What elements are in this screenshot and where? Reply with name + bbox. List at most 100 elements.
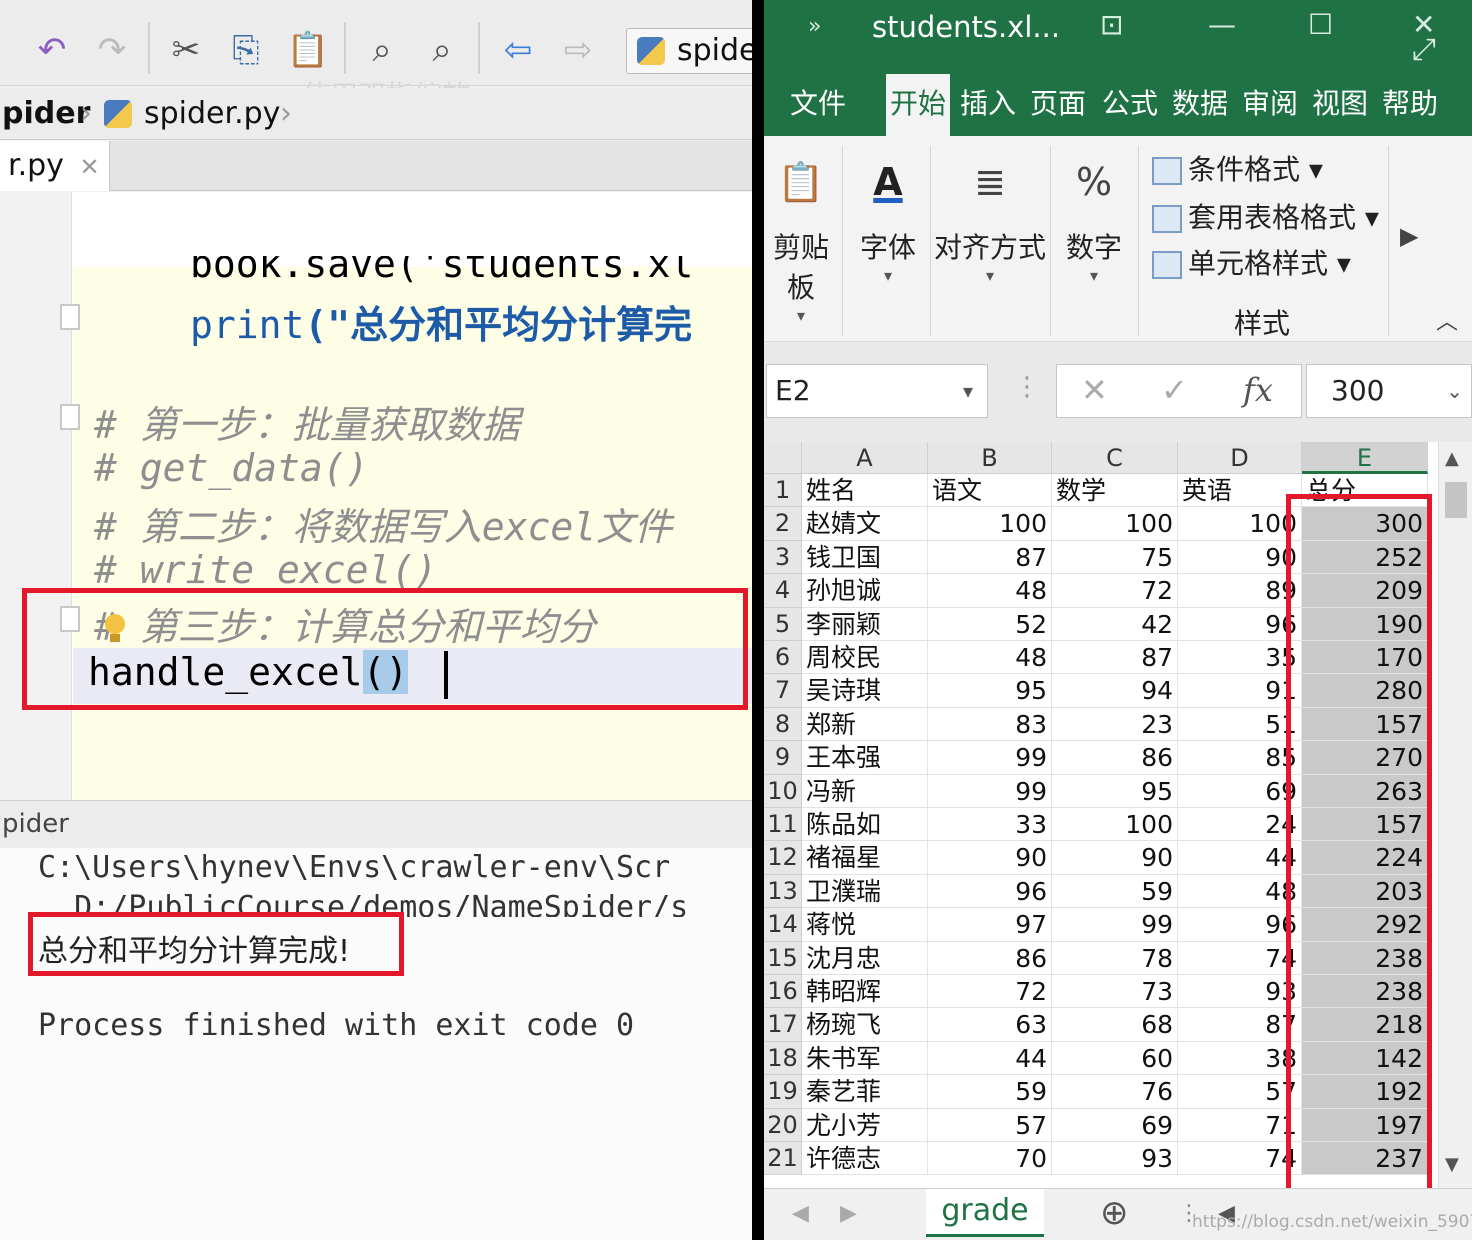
quick-access-more-icon[interactable]: »	[808, 14, 821, 39]
table-cell[interactable]: 96	[1178, 908, 1302, 942]
table-cell[interactable]: 44	[928, 1041, 1052, 1076]
tab-formulas[interactable]: 公式	[1102, 82, 1158, 122]
table-cell[interactable]: 52	[928, 607, 1052, 641]
table-cell[interactable]: 100	[928, 507, 1052, 541]
table-cell[interactable]: 卫濮瑞	[802, 874, 928, 909]
paste-icon[interactable]: 📋	[286, 28, 330, 72]
tab-page[interactable]: 页面	[1030, 82, 1086, 122]
tab-insert[interactable]: 插入	[960, 82, 1016, 122]
table-cell[interactable]: 73	[1052, 975, 1178, 1009]
table-cell[interactable]: 秦艺菲	[802, 1075, 928, 1109]
table-cell[interactable]: 44	[1178, 841, 1302, 875]
table-cell[interactable]: 78	[1052, 941, 1178, 975]
table-cell[interactable]: 许德志	[802, 1142, 928, 1176]
conditional-format-button[interactable]: 条件格式 ▾	[1152, 148, 1323, 188]
table-cell[interactable]: 100	[1178, 507, 1302, 541]
tab-spider-py[interactable]: r.py ✕	[0, 141, 110, 191]
row-header[interactable]: 11	[764, 808, 802, 842]
table-cell[interactable]: 72	[1052, 574, 1178, 608]
table-cell[interactable]: 93	[1178, 975, 1302, 1009]
table-cell[interactable]: 陈品如	[802, 808, 928, 842]
table-cell[interactable]: 87	[1178, 1008, 1302, 1042]
table-cell[interactable]: 96	[1178, 607, 1302, 641]
table-cell[interactable]: 郑新	[802, 707, 928, 742]
row-header[interactable]: 21	[764, 1142, 802, 1176]
table-cell[interactable]: 57	[928, 1108, 1052, 1142]
maximize-icon[interactable]: ☐	[1308, 8, 1333, 41]
clipboard-group[interactable]: 📋 剪贴板 ▾	[764, 150, 838, 325]
format-as-table-button[interactable]: 套用表格格式 ▾	[1152, 196, 1379, 236]
tab-file[interactable]: 文件	[790, 82, 846, 122]
table-cell[interactable]: 李丽颖	[802, 607, 928, 641]
table-cell[interactable]: 蒋悦	[802, 908, 928, 942]
formula-input[interactable]: 300 ⌄	[1306, 364, 1472, 418]
function-icon[interactable]: fx	[1243, 371, 1273, 409]
table-cell[interactable]: 42	[1052, 607, 1178, 641]
table-cell[interactable]: 87	[928, 540, 1052, 575]
header-cell[interactable]: 数学	[1052, 474, 1178, 508]
row-header[interactable]: 13	[764, 874, 802, 909]
back-icon[interactable]: ⇦	[496, 28, 540, 72]
table-cell[interactable]: 75	[1052, 540, 1178, 575]
table-cell[interactable]: 85	[1178, 741, 1302, 775]
tab-review[interactable]: 审阅	[1242, 82, 1298, 122]
collapse-ribbon-icon[interactable]: ︿	[1436, 304, 1458, 336]
sheet-tab-grade[interactable]: grade	[926, 1189, 1044, 1237]
table-cell[interactable]: 89	[1178, 574, 1302, 608]
table-cell[interactable]: 33	[928, 808, 1052, 842]
cancel-icon[interactable]: ✕	[1081, 371, 1108, 409]
fullscreen-icon[interactable]: ⤢	[1412, 32, 1436, 67]
scroll-down-icon[interactable]: ▼	[1445, 1154, 1459, 1175]
table-cell[interactable]: 沈月忠	[802, 941, 928, 975]
row-header[interactable]: 19	[764, 1075, 802, 1109]
column-header-e[interactable]: E	[1302, 442, 1428, 474]
table-cell[interactable]: 59	[928, 1075, 1052, 1109]
breadcrumb-project[interactable]: pider	[2, 96, 90, 131]
table-cell[interactable]: 95	[928, 674, 1052, 708]
row-header[interactable]: 7	[764, 674, 802, 708]
table-cell[interactable]: 90	[1052, 841, 1178, 875]
table-cell[interactable]: 90	[928, 841, 1052, 875]
table-cell[interactable]: 100	[1052, 808, 1178, 842]
column-header-c[interactable]: C	[1052, 442, 1178, 474]
redo-icon[interactable]: ↷	[90, 28, 134, 72]
row-header[interactable]: 18	[764, 1041, 802, 1076]
table-cell[interactable]: 48	[928, 641, 1052, 675]
table-cell[interactable]: 74	[1178, 941, 1302, 975]
row-header[interactable]: 8	[764, 707, 802, 742]
column-header-b[interactable]: B	[928, 442, 1052, 474]
table-cell[interactable]: 57	[1178, 1075, 1302, 1109]
table-cell[interactable]: 70	[928, 1142, 1052, 1176]
table-cell[interactable]: 90	[1178, 540, 1302, 575]
table-cell[interactable]: 76	[1052, 1075, 1178, 1109]
table-cell[interactable]: 96	[928, 874, 1052, 909]
header-cell[interactable]: 英语	[1178, 474, 1302, 508]
ribbon-scroll-right-icon[interactable]: ▶	[1400, 222, 1418, 250]
header-cell[interactable]: 语文	[928, 474, 1052, 508]
table-cell[interactable]: 69	[1052, 1108, 1178, 1142]
table-cell[interactable]: 91	[1178, 674, 1302, 708]
ribbon-display-icon[interactable]: ⊡	[1100, 8, 1123, 41]
table-cell[interactable]: 38	[1178, 1041, 1302, 1076]
table-cell[interactable]: 孙旭诚	[802, 574, 928, 608]
add-sheet-icon[interactable]: ⊕	[1100, 1193, 1129, 1233]
table-cell[interactable]: 35	[1178, 641, 1302, 675]
fold-marker-icon[interactable]	[60, 404, 80, 430]
table-cell[interactable]: 94	[1052, 674, 1178, 708]
replace-icon[interactable]: ⌕	[420, 28, 464, 72]
table-cell[interactable]: 95	[1052, 774, 1178, 808]
select-all-corner[interactable]	[764, 442, 802, 474]
cut-icon[interactable]: ✂	[164, 28, 208, 72]
tab-data[interactable]: 数据	[1172, 82, 1228, 122]
number-group[interactable]: % 数字 ▾	[1056, 150, 1132, 285]
expand-formula-icon[interactable]: ⌄	[1446, 365, 1463, 417]
row-header[interactable]: 17	[764, 1008, 802, 1042]
tab-view[interactable]: 视图	[1312, 82, 1368, 122]
table-cell[interactable]: 86	[928, 941, 1052, 975]
row-header[interactable]: 12	[764, 841, 802, 875]
table-cell[interactable]: 23	[1052, 707, 1178, 742]
row-header[interactable]: 14	[764, 908, 802, 942]
chevron-down-icon[interactable]: ▾	[963, 365, 973, 417]
table-cell[interactable]: 杨琬飞	[802, 1008, 928, 1042]
table-cell[interactable]: 71	[1178, 1108, 1302, 1142]
